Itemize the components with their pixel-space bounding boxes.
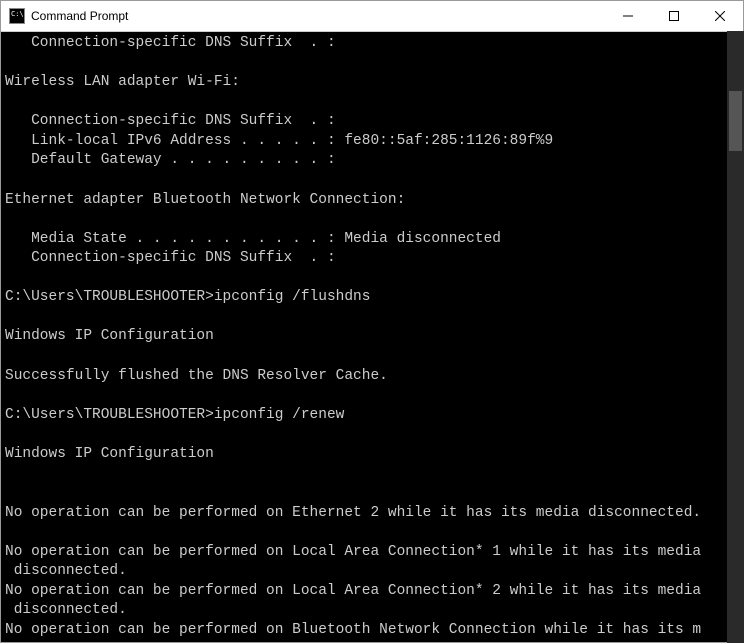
console-line: Windows IP Configuration	[5, 327, 739, 347]
console-line: Connection-specific DNS Suffix . :	[5, 249, 739, 269]
console-line: No operation can be performed on Etherne…	[5, 504, 739, 524]
console-output[interactable]: Connection-specific DNS Suffix . : Wirel…	[1, 32, 743, 642]
minimize-icon	[623, 11, 633, 21]
console-line: C:\Users\TROUBLESHOOTER>ipconfig /flushd…	[5, 288, 739, 308]
console-line: Ethernet adapter Bluetooth Network Conne…	[5, 191, 739, 211]
console-line: Wireless LAN adapter Wi-Fi:	[5, 73, 739, 93]
console-line	[5, 464, 739, 484]
console-line	[5, 347, 739, 367]
console-line	[5, 386, 739, 406]
console-line	[5, 171, 739, 191]
console-line: Media State . . . . . . . . . . . : Medi…	[5, 230, 739, 250]
console-line	[5, 425, 739, 445]
console-line: Windows IP Configuration	[5, 445, 739, 465]
vertical-scrollbar[interactable]	[727, 31, 744, 643]
console-line	[5, 523, 739, 543]
close-icon	[715, 11, 725, 21]
maximize-button[interactable]	[651, 1, 697, 31]
console-line: No operation can be performed on Local A…	[5, 543, 739, 563]
console-line: Successfully flushed the DNS Resolver Ca…	[5, 367, 739, 387]
console-line: Default Gateway . . . . . . . . . :	[5, 151, 739, 171]
console-line	[5, 93, 739, 113]
console-line: No operation can be performed on Local A…	[5, 582, 739, 602]
console-line: Link-local IPv6 Address . . . . . : fe80…	[5, 132, 739, 152]
console-line	[5, 484, 739, 504]
console-line	[5, 269, 739, 289]
window-title: Command Prompt	[31, 9, 605, 23]
cmd-icon	[9, 8, 25, 24]
console-line: Connection-specific DNS Suffix . :	[5, 112, 739, 132]
minimize-button[interactable]	[605, 1, 651, 31]
console-line	[5, 54, 739, 74]
close-button[interactable]	[697, 1, 743, 31]
command-prompt-window: Command Prompt Connection-specific DNS S…	[0, 0, 744, 643]
console-line: disconnected.	[5, 601, 739, 621]
titlebar: Command Prompt	[1, 1, 743, 32]
console-line: disconnected.	[5, 562, 739, 582]
scrollbar-thumb[interactable]	[729, 91, 742, 151]
console-line: No operation can be performed on Bluetoo…	[5, 621, 739, 641]
console-line	[5, 210, 739, 230]
console-line	[5, 308, 739, 328]
console-line: C:\Users\TROUBLESHOOTER>ipconfig /renew	[5, 406, 739, 426]
window-controls	[605, 1, 743, 31]
console-line: Connection-specific DNS Suffix . :	[5, 34, 739, 54]
maximize-icon	[669, 11, 679, 21]
